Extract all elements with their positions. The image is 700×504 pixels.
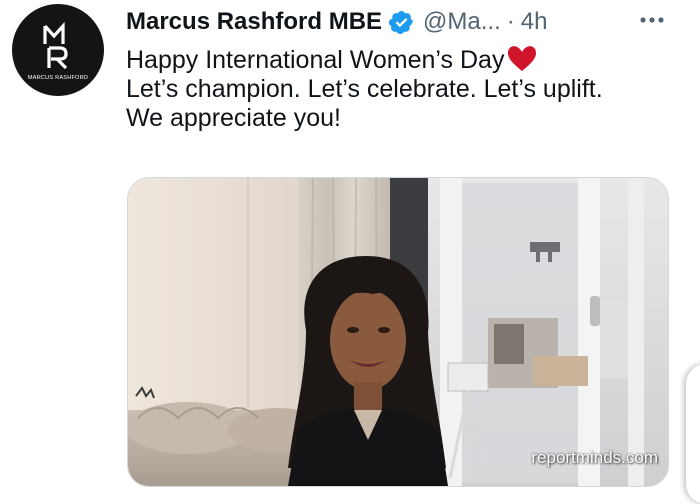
- verified-badge-icon: [388, 9, 415, 36]
- tweet-timestamp[interactable]: 4h: [521, 8, 548, 36]
- tweet-line: Let’s champion. Let’s celebrate. Let’s u…: [126, 75, 603, 103]
- tweet-line: Happy International Women’s Day: [126, 46, 686, 75]
- tweet-line-text: Happy International Women’s Day: [126, 46, 505, 74]
- tweet-header: Marcus Rashford MBE @Ma... · 4h: [126, 4, 547, 40]
- photo-image: [128, 178, 668, 486]
- avatar[interactable]: MARCUS RASHFORD: [12, 4, 104, 96]
- photo-watermark: reportminds.com: [531, 448, 658, 467]
- header-separator: ·: [506, 8, 515, 35]
- tweet-photo[interactable]: reportminds.com: [127, 177, 669, 487]
- tweet-line: We appreciate you!: [126, 104, 341, 132]
- adjacent-card-edge: [686, 364, 700, 504]
- red-heart-icon: [508, 46, 537, 72]
- avatar-caption: MARCUS RASHFORD: [28, 75, 88, 81]
- tweet-text: Happy International Women’s Day Let’s ch…: [126, 46, 686, 133]
- author-display-name[interactable]: Marcus Rashford MBE: [126, 8, 382, 36]
- avatar-logo-icon: MARCUS RASHFORD: [28, 21, 88, 81]
- more-options-icon[interactable]: [638, 10, 666, 30]
- author-handle[interactable]: @Ma...: [423, 8, 501, 36]
